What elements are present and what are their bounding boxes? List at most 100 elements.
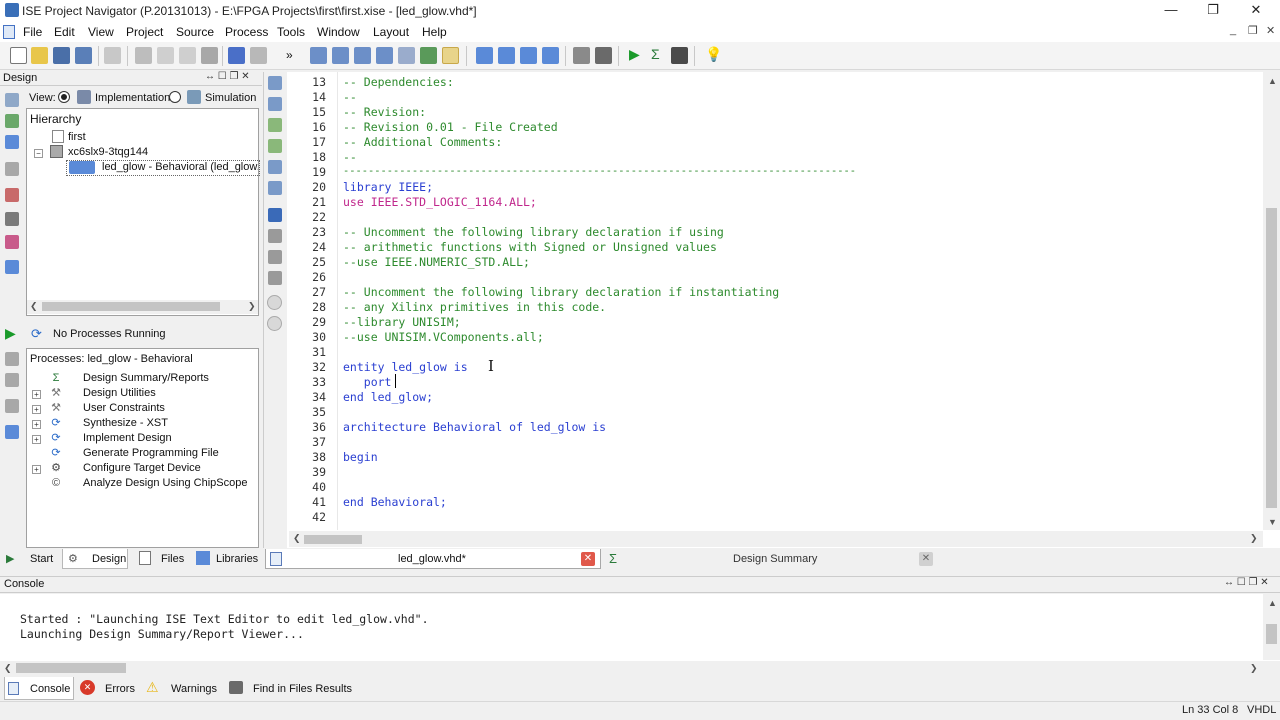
open-folder-icon[interactable] [31,47,48,64]
process-user-constraints[interactable]: User Constraints [83,402,165,414]
menu-window[interactable]: Window [317,25,360,39]
zoom-out-icon[interactable] [332,47,349,64]
process-generate-programming-file[interactable]: Generate Programming File [83,447,219,459]
rerun-icon[interactable]: ⟳ [31,326,42,342]
process-tool2-icon[interactable] [5,373,19,387]
editor-tool-icon[interactable] [267,316,282,331]
expand-icon[interactable]: + [32,420,41,429]
process-tool3-icon[interactable] [5,399,19,413]
tree-collapse-icon[interactable]: − [34,149,43,158]
cascade-windows-icon[interactable] [476,47,493,64]
tile-horizontal-icon[interactable] [498,47,515,64]
console-hscrollbar[interactable] [0,661,1280,676]
copy-icon[interactable] [157,47,174,64]
process-implement-design[interactable]: Implement Design [83,432,172,444]
editor-tool-icon[interactable] [268,139,282,153]
select-tool-icon[interactable] [442,47,459,64]
tab-warnings[interactable]: Warnings [171,683,217,695]
console-panel-controls[interactable]: ↔ ☐ ❐ ✕ [1224,577,1269,588]
menu-source[interactable]: Source [176,25,214,39]
editor-tool-icon[interactable] [268,181,282,195]
zoom-in-icon[interactable] [310,47,327,64]
tab-libraries[interactable]: Libraries [216,553,258,565]
editor-tool-icon[interactable] [268,271,282,285]
tab-design[interactable]: Design [92,553,126,565]
menu-help[interactable]: Help [422,25,447,39]
editor-tool-icon[interactable] [268,118,282,132]
save-icon[interactable] [53,47,70,64]
panel-icon[interactable] [5,260,19,274]
close-tab-icon[interactable]: ✕ [919,552,933,566]
menu-file[interactable]: File [23,25,42,39]
editor-tool-icon[interactable] [268,97,282,111]
process-analyze-chipscope[interactable]: Analyze Design Using ChipScope [83,477,247,489]
hierarchy-icon[interactable] [5,162,19,176]
delete-icon[interactable] [201,47,218,64]
panel-controls[interactable]: ↔ ☐ ❐ ✕ [205,71,250,82]
design-summary-icon[interactable]: Σ [651,46,660,62]
implementation-radio[interactable] [58,91,70,103]
tab-led-glow[interactable]: led_glow.vhd* [398,553,466,565]
zoom-area-icon[interactable] [376,47,393,64]
tab-files[interactable]: Files [161,553,184,565]
mdi-restore-button[interactable]: ❐ [1248,24,1258,37]
close-window-button[interactable]: ✕ [1233,0,1279,22]
menu-edit[interactable]: Edit [54,25,75,39]
process-synthesize[interactable]: Synthesize - XST [83,417,168,429]
process-configure-target[interactable]: Configure Target Device [83,462,201,474]
properties-icon[interactable] [5,235,19,249]
process-tool-icon[interactable] [5,352,19,366]
undo-icon[interactable] [228,47,245,64]
close-tab-icon[interactable]: ✕ [581,552,595,566]
remove-source-icon[interactable] [5,212,19,226]
tab-design-summary[interactable]: Design Summary [733,553,817,565]
tab-start[interactable]: Start [30,553,53,565]
toolbar-overflow-icon[interactable]: » [286,48,293,62]
tab-errors[interactable]: Errors [105,683,135,695]
lightbulb-icon[interactable]: 💡 [705,46,722,63]
print-icon[interactable] [104,47,121,64]
editor-tool-icon[interactable] [267,295,282,310]
maximize-window-button[interactable]: ❐ [1190,0,1236,22]
run-process-icon[interactable]: ▶ [5,325,16,342]
expand-icon[interactable]: + [32,405,41,414]
tree-item-first[interactable]: first [68,131,86,143]
menu-project[interactable]: Project [126,25,163,39]
expand-icon[interactable]: + [32,390,41,399]
tab-find-in-files[interactable]: Find in Files Results [253,683,352,695]
editor-tool-icon[interactable] [268,208,282,222]
refresh-view-icon[interactable] [420,47,437,64]
expand-icon[interactable]: + [32,465,41,474]
tile-vertical-icon[interactable] [520,47,537,64]
editor-tool-icon[interactable] [268,250,282,264]
wrench-tools-icon[interactable] [573,47,590,64]
menu-tools[interactable]: Tools [277,25,305,39]
editor-tool-icon[interactable] [268,229,282,243]
mdi-minimize-button[interactable]: _ [1230,24,1236,36]
add-source-icon[interactable] [5,93,19,107]
save-all-icon[interactable] [75,47,92,64]
add-copy-source-icon[interactable] [5,114,19,128]
floating-window-icon[interactable] [542,47,559,64]
zoom-selection-icon[interactable] [398,47,415,64]
redo-icon[interactable] [250,47,267,64]
expand-icon[interactable]: + [32,435,41,444]
menu-process[interactable]: Process [225,25,268,39]
process-design-utilities[interactable]: Design Utilities [83,387,156,399]
chipscope-tool-icon[interactable] [671,47,688,64]
tree-item-led-glow[interactable]: led_glow - Behavioral (led_glow.vhd) [102,161,258,173]
run-icon[interactable]: ▶ [629,46,640,63]
zoom-fit-icon[interactable] [354,47,371,64]
paste-icon[interactable] [179,47,196,64]
context-help-icon[interactable] [595,47,612,64]
simulation-radio[interactable] [169,91,181,103]
new-file-icon[interactable] [10,47,27,64]
process-design-summary[interactable]: Design Summary/Reports [83,372,209,384]
editor-tool-icon[interactable] [268,160,282,174]
mdi-close-button[interactable]: ✕ [1266,24,1275,37]
process-panel-icon[interactable] [5,425,19,439]
editor-hscrollbar[interactable] [289,531,1263,547]
new-source-icon[interactable] [5,135,19,149]
cut-icon[interactable] [135,47,152,64]
menu-view[interactable]: View [88,25,114,39]
